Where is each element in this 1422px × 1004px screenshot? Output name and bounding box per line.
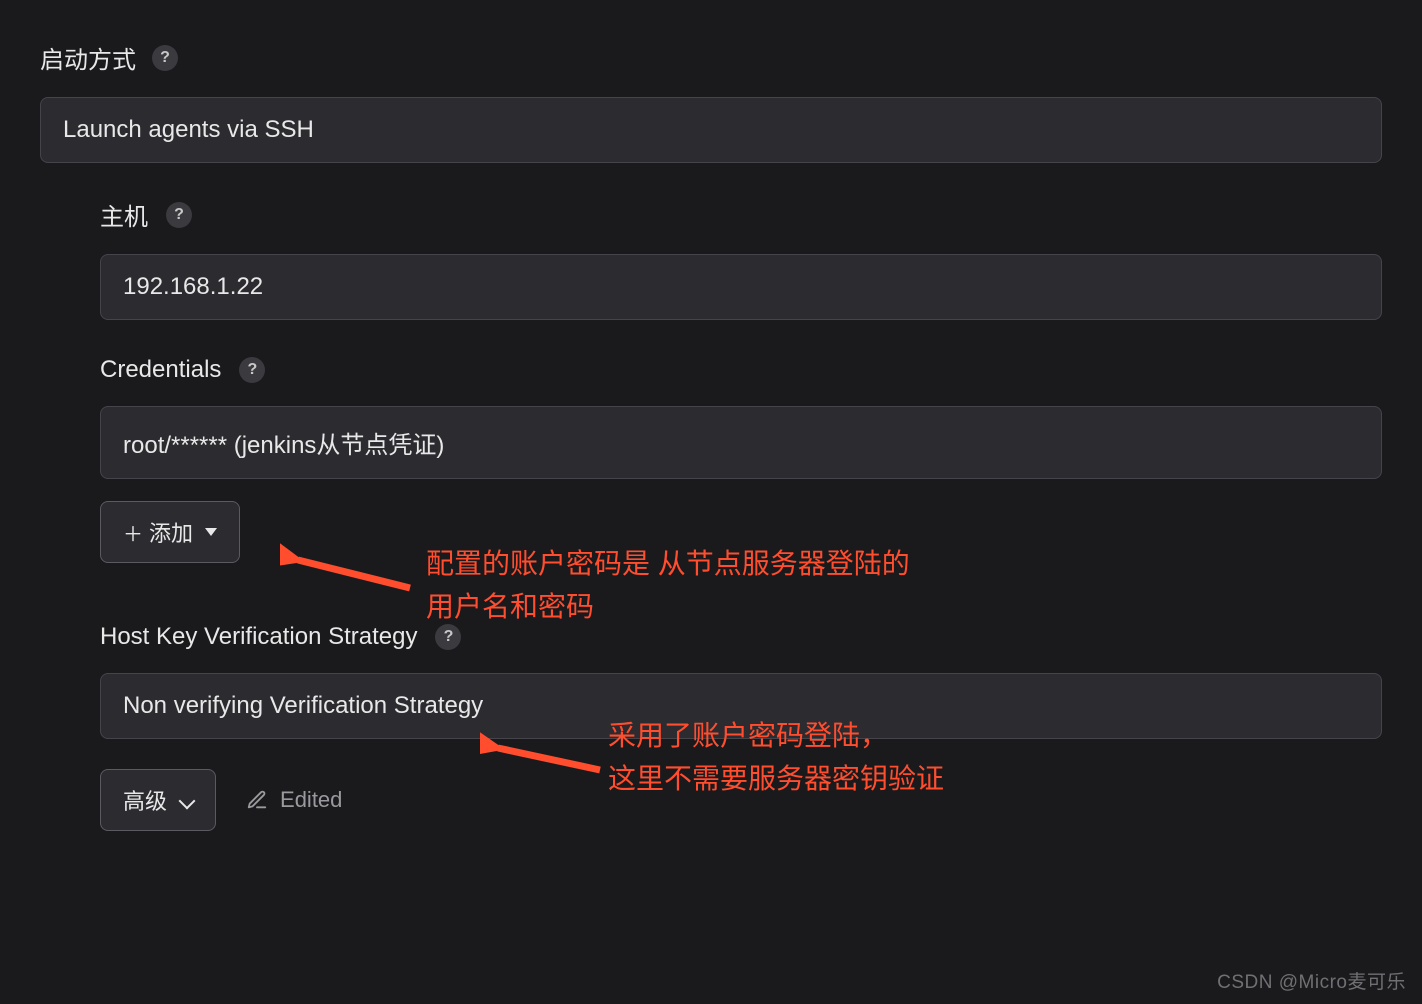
- help-icon[interactable]: ?: [166, 202, 192, 228]
- hostkey-label: Host Key Verification Strategy: [100, 623, 417, 651]
- edited-status: Edited: [246, 787, 342, 813]
- launch-method-select[interactable]: Launch agents via SSH: [40, 97, 1382, 163]
- credentials-value: root/****** (jenkins从节点凭证): [123, 432, 444, 459]
- launch-method-label: 启动方式: [40, 40, 136, 75]
- help-icon[interactable]: ?: [152, 45, 178, 71]
- launch-method-value: Launch agents via SSH: [63, 116, 314, 143]
- advanced-button[interactable]: 高级: [100, 769, 216, 831]
- add-button-label: 添加: [149, 516, 193, 548]
- host-input[interactable]: 192.168.1.22: [100, 254, 1382, 320]
- hostkey-select[interactable]: Non verifying Verification Strategy: [100, 673, 1382, 739]
- host-label: 主机: [100, 197, 148, 232]
- watermark: CSDN @Micro麦可乐: [1217, 967, 1406, 994]
- add-credentials-button[interactable]: ＋ 添加: [100, 501, 240, 563]
- host-value: 192.168.1.22: [123, 273, 263, 300]
- credentials-label: Credentials: [100, 356, 221, 384]
- credentials-select[interactable]: root/****** (jenkins从节点凭证): [100, 406, 1382, 479]
- caret-down-icon: [205, 528, 217, 536]
- hostkey-value: Non verifying Verification Strategy: [123, 692, 483, 719]
- pencil-icon: [246, 789, 268, 811]
- advanced-label: 高级: [123, 784, 167, 816]
- plus-icon: ＋: [123, 518, 143, 547]
- edited-label: Edited: [280, 787, 342, 813]
- chevron-down-icon: [179, 793, 193, 807]
- help-icon[interactable]: ?: [435, 624, 461, 650]
- help-icon[interactable]: ?: [239, 357, 265, 383]
